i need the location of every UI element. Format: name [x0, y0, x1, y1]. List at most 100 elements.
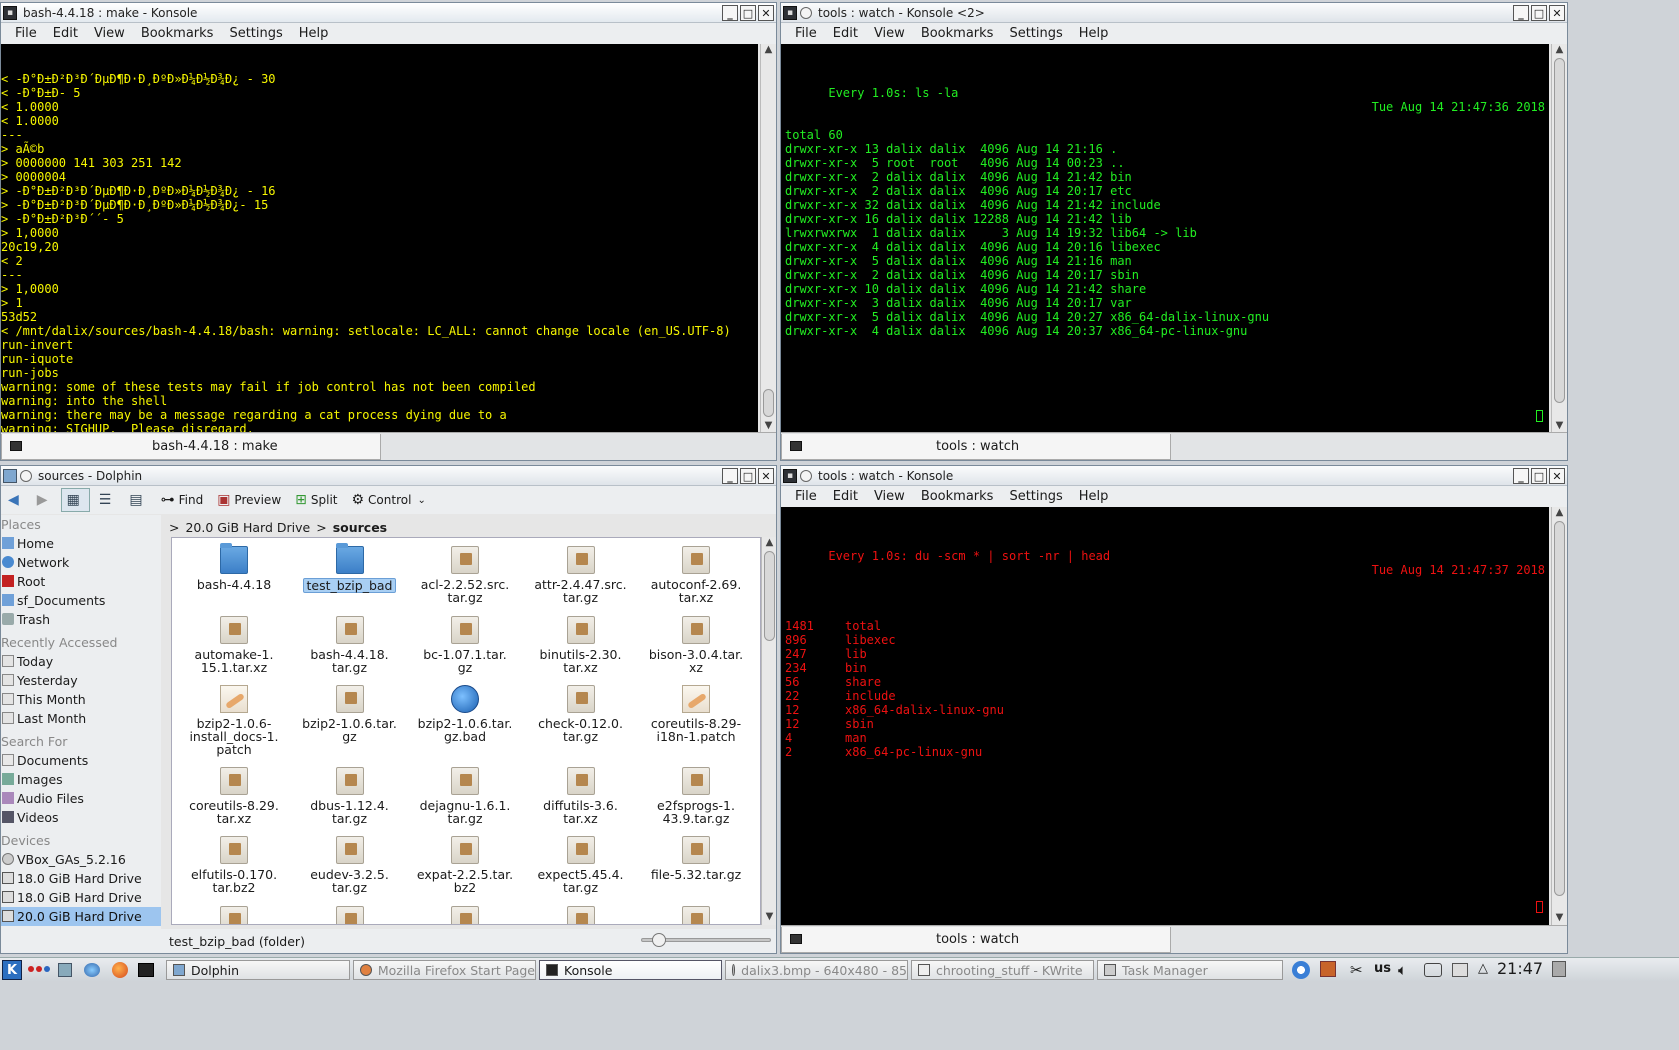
file-view[interactable]: bash-4.4.18 test_bzip_bad acl-2.2.52.src. t… — [171, 537, 761, 925]
scrollbar[interactable]: ▲ ▼ — [1551, 507, 1567, 926]
split-button[interactable]: ⊞ Split — [290, 488, 342, 512]
scrollbar[interactable]: ▲ ▼ — [761, 537, 776, 925]
file-item[interactable]: test_bzip_bad — [292, 543, 408, 593]
maximize-button[interactable]: □ — [1531, 5, 1547, 21]
scrollbar[interactable]: ▲ ▼ — [760, 44, 776, 434]
close-button[interactable]: ✕ — [1549, 468, 1565, 484]
archive-icon[interactable] — [566, 906, 595, 924]
menu-view[interactable]: View — [86, 26, 133, 41]
task-kwrite[interactable]: chrooting_stuff - KWrite — [911, 960, 1094, 980]
search-item-audio[interactable]: Audio Files — [1, 789, 161, 808]
scissors-icon[interactable]: ✂ — [1350, 961, 1363, 979]
preview-button[interactable]: ▣ Preview — [212, 488, 286, 512]
maximize-button[interactable]: □ — [1531, 468, 1547, 484]
minimize-button[interactable]: _ — [1513, 5, 1529, 21]
close-button[interactable]: ✕ — [1549, 5, 1565, 21]
expand-tray-icon[interactable]: △ — [1478, 961, 1488, 976]
icons-view-button[interactable]: ▦ — [60, 488, 90, 512]
places-item-sf-documents[interactable]: sf_Documents — [1, 591, 161, 610]
recent-item-today[interactable]: Today — [1, 652, 161, 671]
file-item[interactable]: bash-4.4.18. tar.gz — [292, 616, 408, 674]
file-item[interactable]: eudev-3.2.5. tar.gz — [292, 836, 408, 894]
scroll-up-icon[interactable]: ▲ — [761, 44, 776, 58]
pin-icon[interactable] — [800, 6, 812, 19]
maximize-button[interactable]: □ — [740, 5, 756, 21]
activities-icon[interactable] — [28, 966, 50, 972]
keyboard-layout-indicator[interactable]: us — [1374, 961, 1391, 976]
zoom-slider[interactable] — [641, 933, 771, 947]
menu-help[interactable]: Help — [1071, 489, 1117, 504]
volume-icon[interactable]: 🔈︎ — [1398, 961, 1407, 979]
device-item-vbox[interactable]: VBox_GAs_5.2.16 — [1, 850, 161, 869]
menu-settings[interactable]: Settings — [1001, 489, 1070, 504]
task-firefox[interactable]: Mozilla Firefox Start Page — [353, 960, 536, 980]
file-item[interactable]: dbus-1.12.4. tar.gz — [292, 767, 408, 825]
file-item[interactable]: coreutils-8.29- i18n-1.patch — [638, 685, 754, 743]
kde-menu-icon[interactable]: K — [2, 960, 22, 980]
device-item-drive-1[interactable]: 18.0 GiB Hard Drive — [1, 869, 161, 888]
minimize-button[interactable]: _ — [1513, 468, 1529, 484]
file-item[interactable]: bc-1.07.1.tar. gz — [407, 616, 523, 674]
maximize-button[interactable]: □ — [740, 468, 756, 484]
places-item-home[interactable]: Home — [1, 534, 161, 553]
archive-icon[interactable] — [335, 906, 364, 924]
zoom-slider-handle[interactable] — [652, 933, 666, 947]
device-item-drive-3[interactable]: 20.0 GiB Hard Drive — [1, 907, 161, 926]
menu-view[interactable]: View — [866, 26, 913, 41]
file-item[interactable]: automake-1. 15.1.tar.xz — [176, 616, 292, 674]
task-konsole[interactable]: Konsole — [539, 960, 722, 980]
columns-view-button[interactable]: ▤ — [124, 488, 151, 512]
recent-item-this-month[interactable]: This Month — [1, 690, 161, 709]
titlebar[interactable]: ▪ tools : watch - Konsole <2> _ □ ✕ — [781, 3, 1567, 23]
device-item-drive-2[interactable]: 18.0 GiB Hard Drive — [1, 888, 161, 907]
breadcrumb-drive[interactable]: 20.0 GiB Hard Drive — [185, 520, 310, 535]
clock[interactable]: 21:47 — [1497, 959, 1543, 978]
tab-bash-make[interactable]: bash-4.4.18 : make — [1, 433, 381, 460]
close-button[interactable]: ✕ — [758, 468, 774, 484]
menu-file[interactable]: File — [787, 489, 825, 504]
file-item[interactable]: coreutils-8.29. tar.xz — [176, 767, 292, 825]
chrome-icon[interactable] — [1292, 961, 1310, 979]
scroll-down-icon[interactable]: ▼ — [1552, 912, 1567, 926]
cashew-icon[interactable] — [1552, 961, 1566, 977]
menu-bookmarks[interactable]: Bookmarks — [133, 26, 222, 41]
system-settings-icon[interactable] — [58, 963, 72, 977]
file-item[interactable]: elfutils-0.170. tar.bz2 — [176, 836, 292, 894]
archive-icon[interactable] — [220, 906, 248, 924]
archive-icon[interactable] — [682, 906, 710, 924]
file-item[interactable]: binutils-2.30. tar.xz — [523, 616, 639, 674]
file-item[interactable]: e2fsprogs-1. 43.9.tar.gz — [638, 767, 754, 825]
menu-settings[interactable]: Settings — [1001, 26, 1070, 41]
terminal-output[interactable]: < -Ð°Ð±Ð²Ð³Ð´ÐµÐ¶Ð·Ð¸ÐºÐ»Ð¼Ð½Ð¾Ð¿ - 30 < … — [1, 44, 758, 434]
package-updater-icon[interactable] — [1320, 961, 1336, 977]
scroll-thumb[interactable] — [763, 389, 774, 417]
menu-settings[interactable]: Settings — [221, 26, 290, 41]
menu-help[interactable]: Help — [291, 26, 337, 41]
titlebar[interactable]: sources - Dolphin _ □ ✕ — [1, 466, 776, 486]
titlebar[interactable]: ▪ bash-4.4.18 : make - Konsole _ □ ✕ — [1, 3, 776, 23]
konsole-launcher-icon[interactable] — [138, 963, 154, 977]
file-item[interactable]: autoconf-2.69. tar.xz — [638, 546, 754, 604]
file-item[interactable]: attr-2.4.47.src. tar.gz — [523, 546, 639, 604]
terminal-output[interactable]: Every 1.0s: ls -la Tue Aug 14 21:47:36 2… — [781, 44, 1549, 434]
forward-button[interactable]: ▶ — [32, 488, 57, 512]
display-icon[interactable] — [1452, 963, 1468, 977]
scroll-thumb[interactable] — [1554, 521, 1565, 896]
control-button[interactable]: ⚙ Control ⌄ — [346, 488, 430, 512]
file-item[interactable]: bison-3.0.4.tar. xz — [638, 616, 754, 674]
file-item[interactable]: bash-4.4.18 — [176, 543, 292, 591]
details-view-button[interactable]: ☰ — [94, 488, 121, 512]
menu-file[interactable]: File — [7, 26, 45, 41]
search-item-documents[interactable]: Documents — [1, 751, 161, 770]
tab-tools-watch[interactable]: tools : watch — [781, 433, 1171, 460]
scroll-up-icon[interactable]: ▲ — [1552, 44, 1567, 58]
recent-item-last-month[interactable]: Last Month — [1, 709, 161, 728]
menu-bookmarks[interactable]: Bookmarks — [913, 26, 1002, 41]
minimize-button[interactable]: _ — [722, 468, 738, 484]
task-dolphin[interactable]: Dolphin — [166, 960, 350, 980]
menu-help[interactable]: Help — [1071, 26, 1117, 41]
file-item[interactable]: bzip2-1.0.6- install_docs-1. patch — [176, 685, 292, 756]
file-item[interactable]: bzip2-1.0.6.tar. gz.bad — [407, 685, 523, 743]
file-item[interactable]: file-5.32.tar.gz — [638, 836, 754, 881]
scrollbar[interactable]: ▲ ▼ — [1551, 44, 1567, 434]
